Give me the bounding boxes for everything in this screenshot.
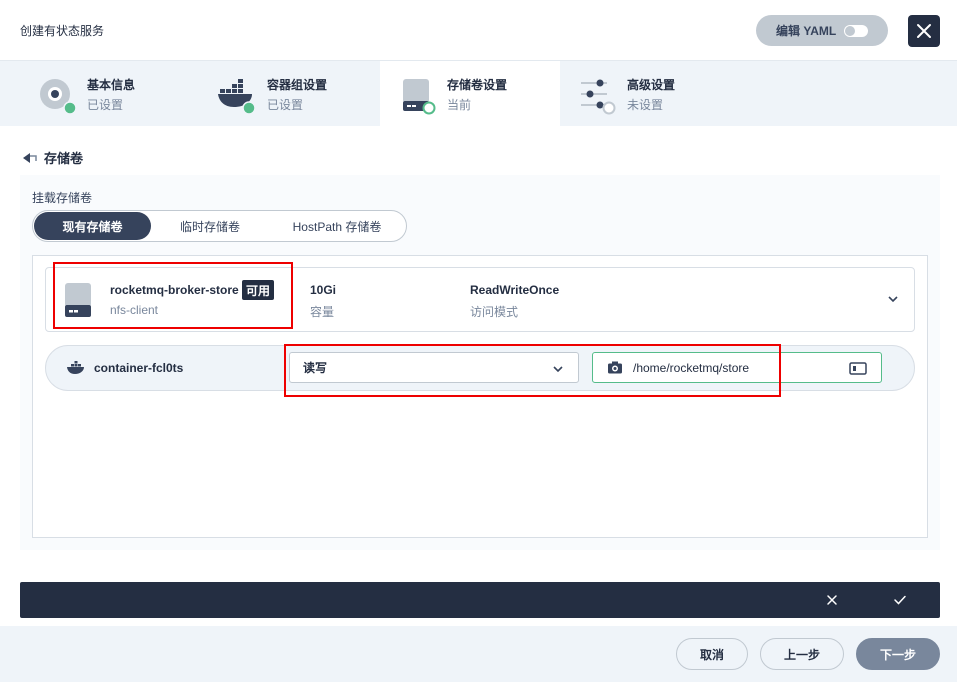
docker-icon: [218, 79, 256, 115]
tab-status: 已设置: [267, 98, 304, 112]
next-step-button[interactable]: 下一步: [856, 638, 940, 670]
edit-yaml-toggle[interactable]: 编辑 YAML: [756, 15, 888, 46]
tab-status: 未设置: [627, 98, 664, 112]
step-tabs: 基本信息 已设置 容器组设置 已设置 存储卷设置 当前 高级设置 未设置: [0, 61, 957, 126]
volume-disk-icon: [65, 283, 91, 317]
close-icon: [917, 24, 931, 38]
docker-icon: [67, 361, 84, 374]
subpath-icon[interactable]: [849, 362, 867, 375]
access-mode-label: 访问模式: [470, 305, 519, 319]
cancel-button[interactable]: 取消: [676, 638, 748, 670]
tab-storage-settings[interactable]: 存储卷设置 当前: [380, 61, 560, 126]
storage-icon: [403, 79, 436, 115]
volume-card[interactable]: [45, 267, 915, 332]
tab-container-group[interactable]: 容器组设置 已设置: [180, 61, 360, 126]
back-to-volumes[interactable]: 存储卷: [22, 148, 83, 167]
tab-basic-info[interactable]: 基本信息 已设置: [0, 61, 180, 126]
container-name: container-fcl0ts: [94, 361, 184, 375]
status-badge: 可用: [242, 280, 275, 300]
back-arrow-icon: [23, 152, 37, 163]
volume-type-segmented: 现有存储卷 临时存储卷 HostPath 存储卷: [32, 210, 407, 242]
tab-title: 高级设置: [627, 78, 676, 92]
chevron-down-icon: [553, 366, 563, 373]
tab-advanced-settings[interactable]: 高级设置 未设置: [560, 61, 740, 126]
toggle-switch-icon[interactable]: [844, 25, 868, 37]
tab-status: 当前: [447, 98, 472, 112]
camera-icon: [608, 361, 622, 374]
basic-info-icon: [40, 79, 76, 115]
section-title: 存储卷: [44, 151, 84, 166]
confirm-bar: [20, 582, 940, 618]
capacity-value: 10Gi: [310, 283, 337, 297]
tab-title: 容器组设置: [267, 78, 328, 92]
close-button[interactable]: [908, 15, 940, 47]
dialog-header: 创建有状态服务 编辑 YAML: [0, 0, 957, 61]
tab-status: 已设置: [87, 98, 124, 112]
mount-path-value: /home/rocketmq/store: [633, 360, 750, 375]
mount-path-input[interactable]: /home/rocketmq/store: [592, 352, 882, 383]
access-mode-value: ReadWriteOnce: [470, 283, 560, 297]
check-icon[interactable]: [893, 594, 907, 606]
segment-existing-volume[interactable]: 现有存储卷: [34, 212, 151, 240]
dialog-title: 创建有状态服务: [20, 24, 105, 38]
segment-temporary-volume[interactable]: 临时存储卷: [151, 212, 269, 240]
storage-class: nfs-client: [110, 303, 159, 317]
volume-name: rocketmq-broker-store: [110, 283, 239, 297]
capacity-label: 容量: [310, 305, 335, 319]
mount-volume-label: 挂载存储卷: [32, 191, 93, 205]
edit-yaml-label: 编辑 YAML: [776, 24, 837, 38]
access-mode-select-value: 读写: [303, 361, 328, 375]
sliders-icon: [581, 79, 616, 115]
access-mode-select[interactable]: 读写: [289, 352, 579, 383]
previous-step-button[interactable]: 上一步: [760, 638, 844, 670]
tab-title: 存储卷设置: [447, 78, 508, 92]
tab-title: 基本信息: [87, 78, 136, 92]
cancel-icon[interactable]: [826, 594, 838, 606]
chevron-down-icon[interactable]: [887, 293, 899, 305]
segment-hostpath-volume[interactable]: HostPath 存储卷: [269, 212, 405, 240]
